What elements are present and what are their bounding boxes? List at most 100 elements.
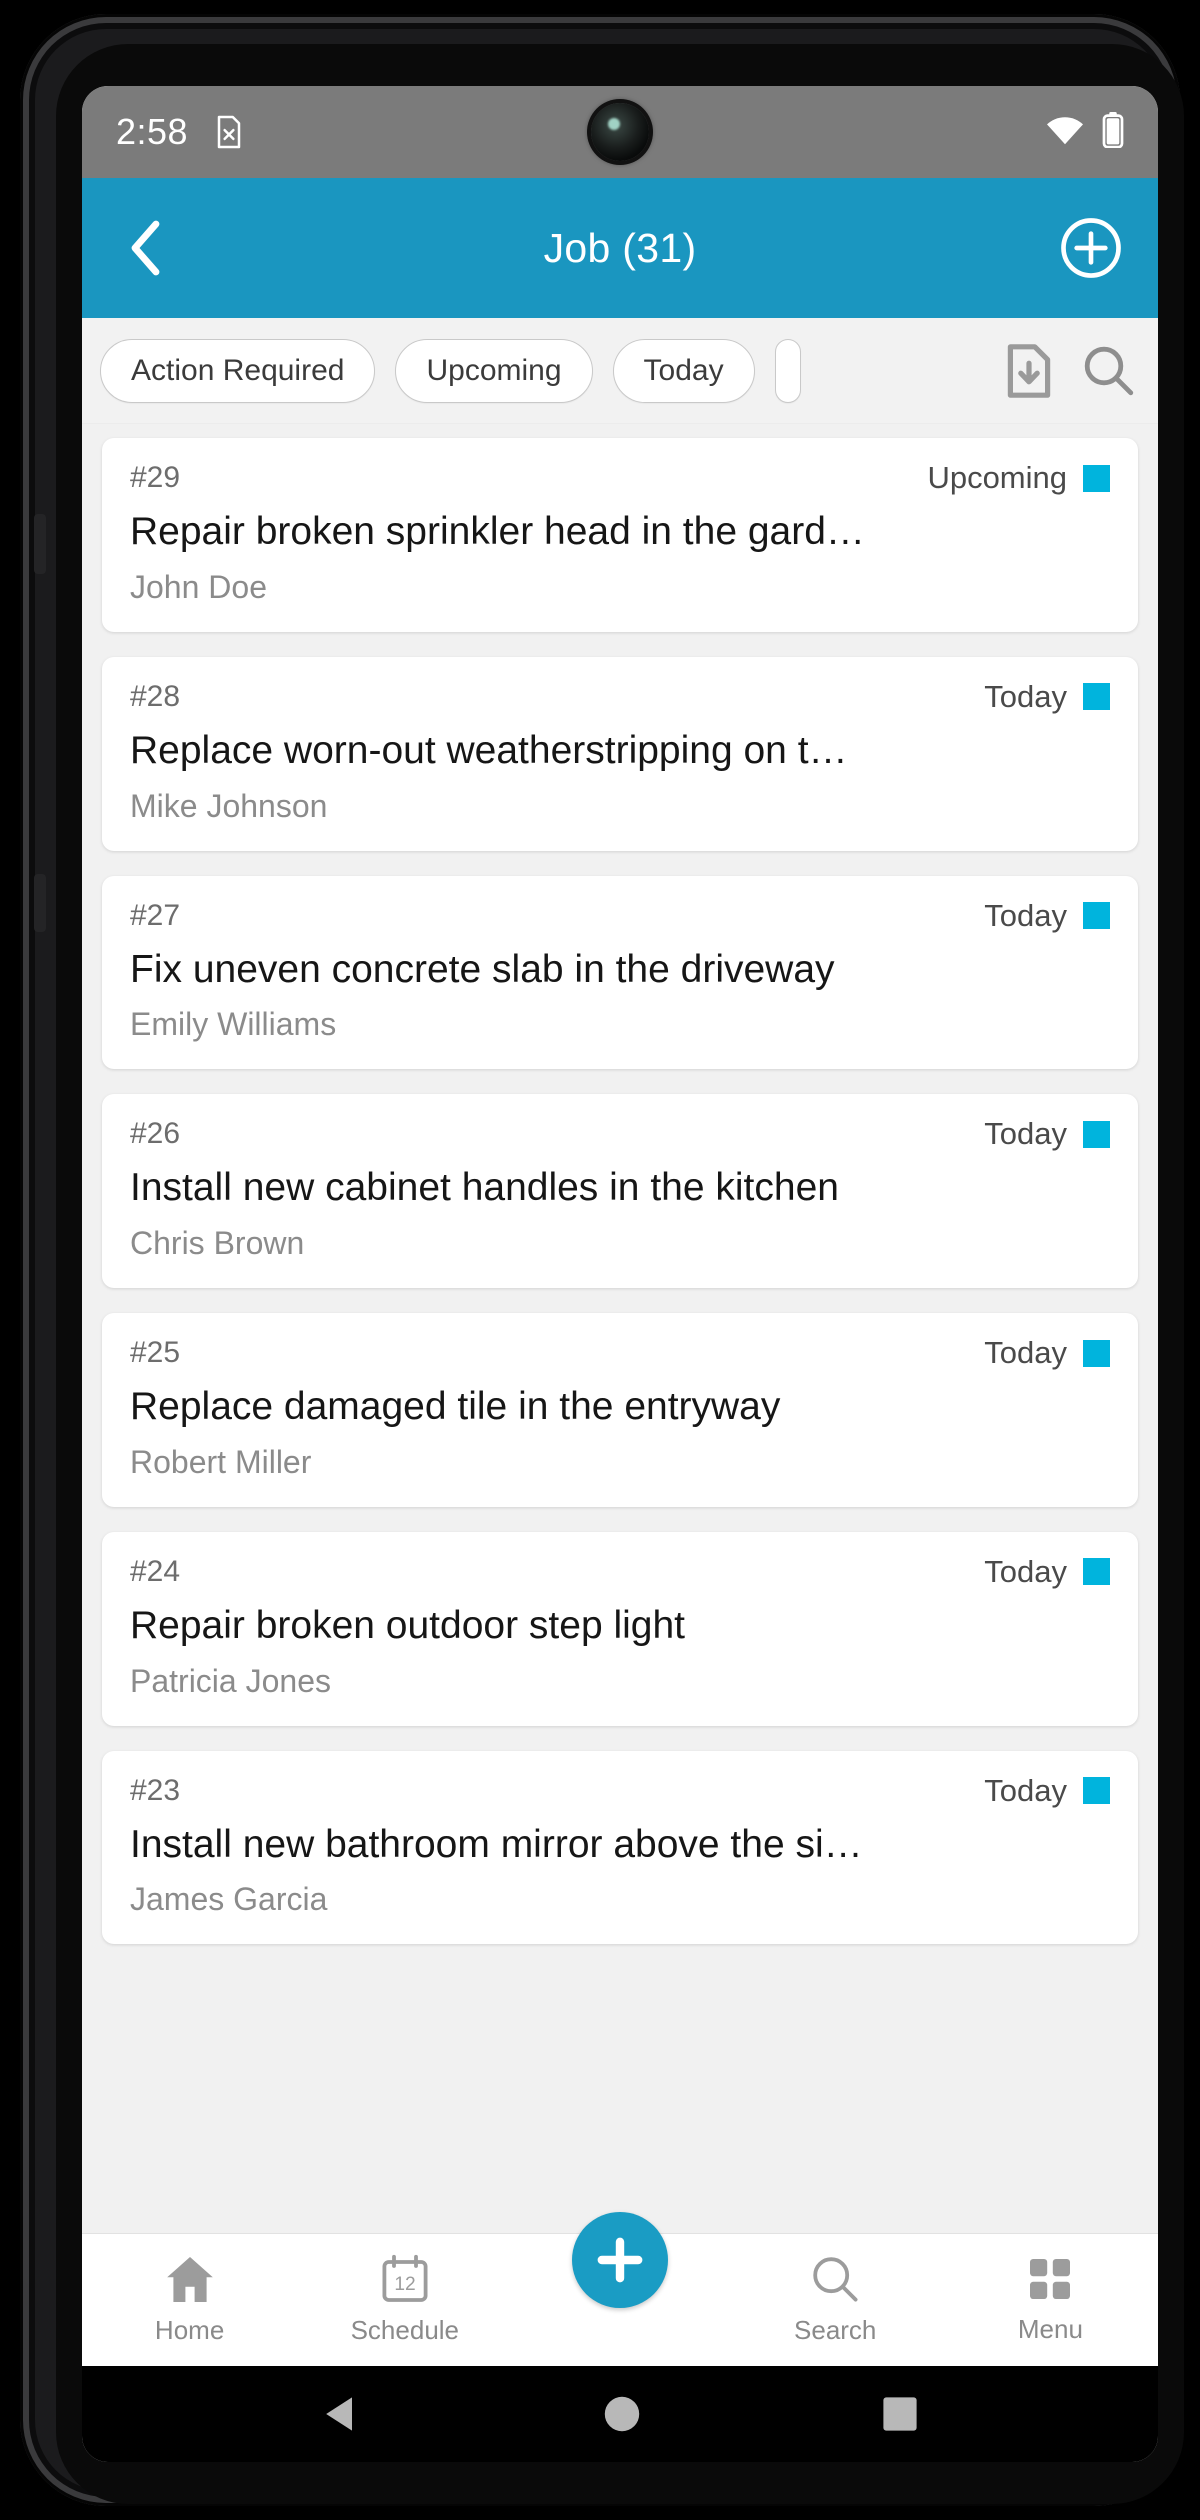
- job-assignee: James Garcia: [130, 1881, 328, 1918]
- status-color-swatch: [1083, 1777, 1110, 1804]
- phone-screen: 2:58 Job (31) Action Required Upcoming T…: [82, 86, 1158, 2462]
- calendar-icon: 12: [380, 2254, 430, 2309]
- front-camera-punch-hole: [591, 103, 649, 161]
- mute-switch[interactable]: [34, 514, 46, 574]
- job-status-label: Upcoming: [927, 460, 1067, 495]
- filter-chip-bar[interactable]: Action Required Upcoming Today: [82, 318, 1158, 424]
- nav-item-home[interactable]: Home: [82, 2234, 297, 2366]
- bottom-navigation-bar: Home 12 Schedule Search Menu: [82, 2212, 1158, 2366]
- job-card-header: #26 Today: [130, 1116, 1110, 1152]
- job-list[interactable]: #29 Upcoming Repair broken sprinkler hea…: [82, 424, 1158, 2329]
- android-status-bar: 2:58: [82, 86, 1158, 178]
- job-card[interactable]: #23 Today Install new bathroom mirror ab…: [102, 1750, 1138, 1945]
- job-card[interactable]: #28 Today Replace worn-out weatherstripp…: [102, 656, 1138, 851]
- job-assignee: Chris Brown: [130, 1225, 305, 1261]
- job-status-group: Today: [984, 1335, 1110, 1371]
- fab-slot: [512, 2212, 727, 2366]
- job-title: Fix uneven concrete slab in the driveway: [130, 947, 835, 991]
- job-status-label: Today: [984, 1553, 1067, 1589]
- job-status-group: Upcoming: [927, 460, 1110, 496]
- job-card-header: #24 Today: [130, 1554, 1110, 1590]
- add-job-button[interactable]: [1058, 215, 1124, 281]
- search-icon: [810, 2254, 860, 2309]
- home-icon: [164, 2254, 216, 2309]
- job-status-group: Today: [984, 1116, 1110, 1152]
- job-card-header: #27 Today: [130, 898, 1110, 934]
- nav-item-menu[interactable]: Menu: [943, 2234, 1158, 2366]
- job-title: Replace worn-out weatherstripping on t…: [130, 728, 848, 772]
- job-title: Install new bathroom mirror above the si…: [130, 1822, 863, 1866]
- job-id: #26: [130, 1117, 181, 1151]
- job-id: #25: [130, 1336, 181, 1369]
- status-bar-clock: 2:58: [116, 111, 189, 152]
- triangle-back-icon[interactable]: [321, 2393, 363, 2435]
- filter-chip-today[interactable]: Today: [612, 338, 755, 403]
- battery-icon: [1102, 111, 1124, 153]
- job-card[interactable]: #27 Today Fix uneven concrete slab in th…: [102, 875, 1138, 1070]
- app-header: Job (31): [82, 178, 1158, 318]
- job-status-label: Today: [984, 1335, 1067, 1370]
- job-status-label: Today: [984, 897, 1067, 933]
- search-icon[interactable]: [1082, 344, 1136, 398]
- job-id: #24: [130, 1554, 181, 1588]
- filter-chip-partial[interactable]: [774, 338, 801, 403]
- job-status-label: Today: [984, 678, 1067, 714]
- job-card[interactable]: #26 Today Install new cabinet handles in…: [102, 1094, 1138, 1288]
- job-assignee: Emily Williams: [130, 1006, 337, 1043]
- phone-frame: 2:58 Job (31) Action Required Upcoming T…: [20, 14, 1184, 2506]
- job-assignee: Patricia Jones: [130, 1662, 331, 1699]
- circle-home-icon[interactable]: [602, 2394, 642, 2434]
- grid-menu-icon: [1026, 2255, 1074, 2308]
- job-card-header: #25 Today: [130, 1335, 1110, 1371]
- status-color-swatch: [1083, 902, 1110, 929]
- status-bar-right: [1046, 111, 1124, 153]
- job-status-label: Today: [984, 1772, 1067, 1808]
- job-status-group: Today: [984, 1554, 1110, 1590]
- job-assignee: Mike Johnson: [130, 787, 328, 824]
- job-card-header: #28 Today: [130, 679, 1110, 715]
- job-title: Repair broken outdoor step light: [130, 1603, 686, 1647]
- job-card[interactable]: #25 Today Replace damaged tile in the en…: [102, 1313, 1138, 1507]
- job-id: #28: [130, 679, 181, 713]
- status-bar-left: 2:58: [116, 111, 244, 153]
- filter-chip-upcoming[interactable]: Upcoming: [395, 338, 593, 403]
- job-assignee: John Doe: [130, 568, 267, 605]
- job-title: Repair broken sprinkler head in the gard…: [130, 510, 865, 553]
- back-button[interactable]: [116, 218, 176, 278]
- job-card[interactable]: #29 Upcoming Repair broken sprinkler hea…: [102, 438, 1138, 632]
- wifi-icon: [1046, 115, 1084, 150]
- job-status-label: Today: [984, 1116, 1067, 1152]
- job-title: Replace damaged tile in the entryway: [130, 1385, 781, 1428]
- job-assignee: Robert Miller: [130, 1443, 312, 1480]
- job-status-group: Today: [984, 898, 1110, 934]
- file-download-icon[interactable]: [1004, 343, 1054, 398]
- nav-label-search: Search: [794, 2315, 877, 2345]
- android-system-nav: [82, 2366, 1158, 2462]
- filter-chip-action-required[interactable]: Action Required: [100, 338, 376, 403]
- square-recents-icon[interactable]: [881, 2395, 919, 2433]
- svg-text:12: 12: [394, 2274, 415, 2295]
- job-card-header: #23 Today: [130, 1773, 1110, 1809]
- page-title: Job (31): [543, 224, 697, 271]
- sim-card-off-icon: [214, 114, 244, 150]
- job-id: #29: [130, 461, 181, 494]
- job-status-group: Today: [984, 1773, 1110, 1809]
- nav-label-home: Home: [154, 2315, 225, 2345]
- assistant-button[interactable]: [34, 874, 46, 932]
- status-color-swatch: [1083, 683, 1110, 711]
- job-id: #27: [130, 898, 181, 932]
- job-card-header: #29 Upcoming: [130, 460, 1110, 496]
- nav-item-schedule[interactable]: 12 Schedule: [297, 2234, 512, 2366]
- nav-item-search[interactable]: Search: [728, 2234, 943, 2366]
- job-status-group: Today: [984, 679, 1110, 715]
- job-title: Install new cabinet handles in the kitch…: [130, 1166, 839, 1210]
- job-card[interactable]: #24 Today Repair broken outdoor step lig…: [102, 1531, 1138, 1726]
- nav-label-schedule: Schedule: [350, 2315, 460, 2345]
- status-color-swatch: [1083, 464, 1110, 492]
- status-color-swatch: [1083, 1120, 1110, 1148]
- add-floating-action-button[interactable]: [572, 2212, 668, 2308]
- status-color-swatch: [1083, 1558, 1110, 1586]
- status-color-swatch: [1083, 1339, 1110, 1367]
- filter-bar-actions: [986, 343, 1136, 398]
- job-id: #23: [130, 1773, 181, 1807]
